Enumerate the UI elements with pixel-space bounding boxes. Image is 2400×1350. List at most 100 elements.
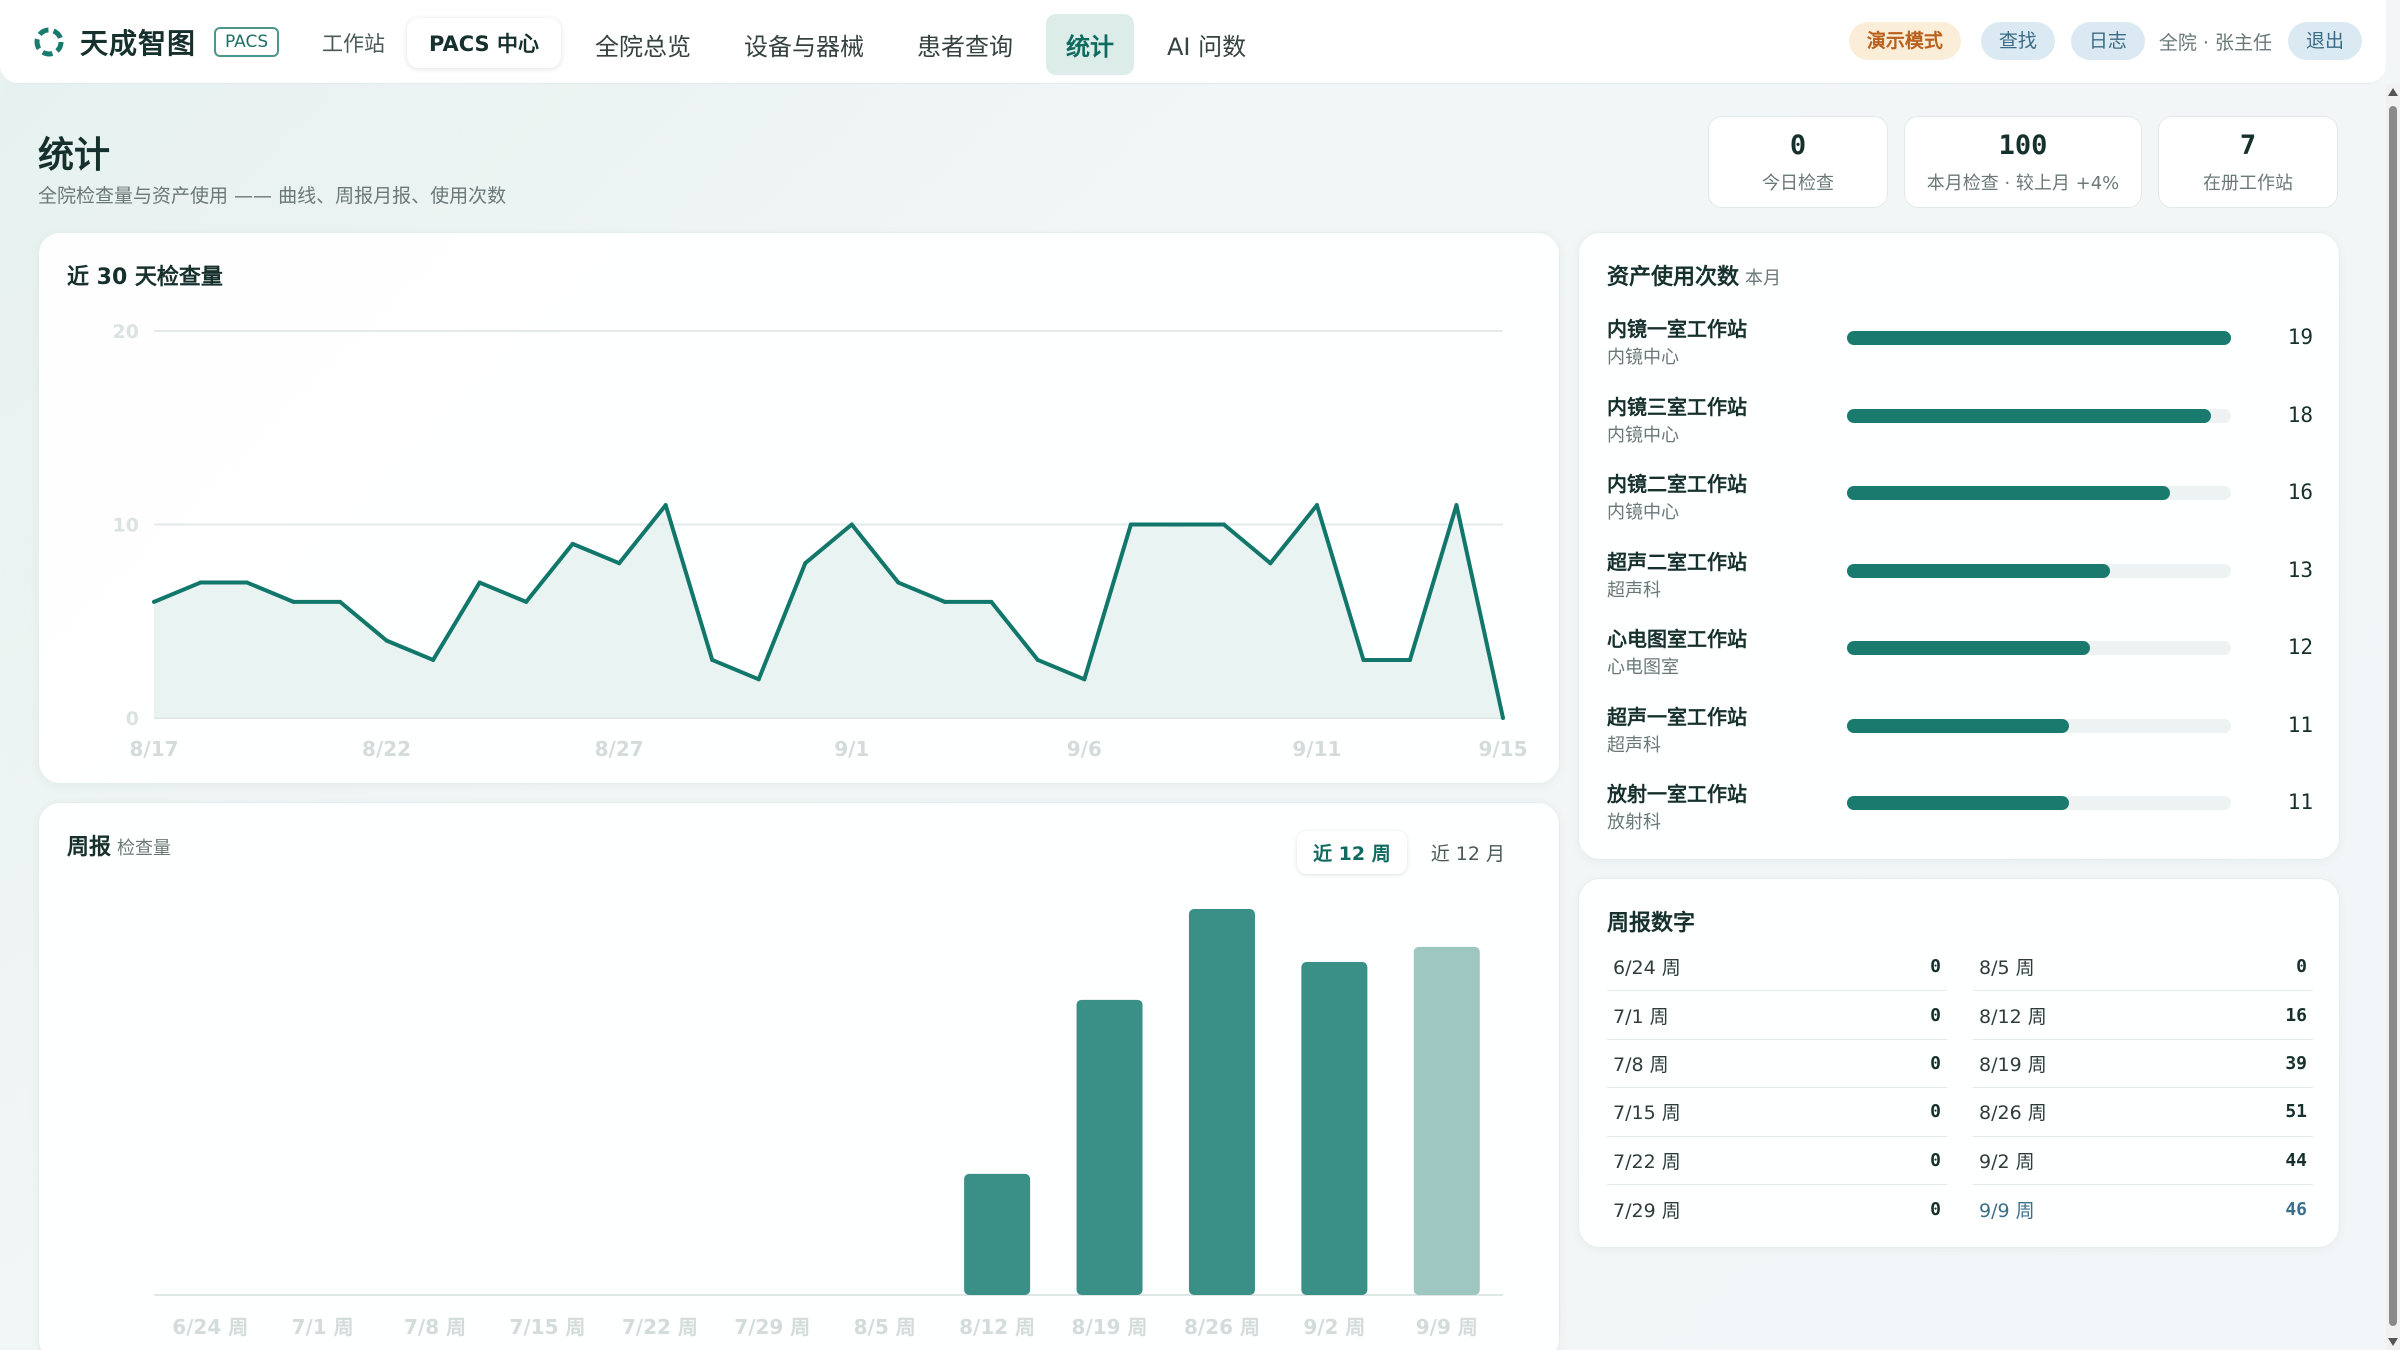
data-point <box>942 599 947 604</box>
week-label: 8/26 周 <box>1979 1102 2047 1125</box>
tab-workstation[interactable]: 工作站 <box>300 18 407 68</box>
bar[interactable] <box>964 1173 1031 1295</box>
usage-bar-fill <box>1847 486 2171 500</box>
scroll-thumb[interactable] <box>2389 106 2397 1326</box>
logo-icon <box>34 27 64 57</box>
kpi-label: 今日检查 <box>1762 172 1834 194</box>
usage-bar-track <box>1847 486 2231 500</box>
scroll-up-icon[interactable] <box>2388 88 2398 96</box>
weekly-row: 7/29 周 0 <box>1607 1185 1947 1233</box>
tab-pacs-center[interactable]: PACS 中心 <box>407 18 561 68</box>
asset-count: 12 <box>2287 635 2313 659</box>
data-point <box>1407 657 1412 662</box>
kpi-label: 在册工作站 <box>2203 172 2293 194</box>
usage-bar-track <box>1847 718 2231 733</box>
x-tick-label: 8/12 周 <box>959 1315 1035 1339</box>
asset-count: 13 <box>2287 557 2313 582</box>
asset-dept: 超声科 <box>1607 579 1661 601</box>
asset-title: 资产使用次数 <box>1607 265 1740 290</box>
bar[interactable] <box>1188 909 1255 1295</box>
data-point <box>338 599 343 604</box>
asset-dept: 内镜中心 <box>1607 347 1679 368</box>
asset-row[interactable]: 放射一室工作站 放射科 11 <box>1607 776 2313 854</box>
asset-row[interactable]: 心电图室工作站 心电图室 12 <box>1607 621 2313 699</box>
week-value: 44 <box>2285 1149 2307 1171</box>
brand-name: 天成智图 <box>80 27 197 60</box>
kpi-row: 0 今日检查 100 本月检查 · 较上月 +4% 7 在册工作站 <box>1708 116 2338 208</box>
current-user: 全院 · 张主任 <box>2158 31 2272 54</box>
data-point <box>1501 716 1505 720</box>
asset-row[interactable]: 内镜二室工作站 内镜中心 16 <box>1607 466 2313 544</box>
demo-mode-badge[interactable]: 演示模式 <box>1848 22 1961 60</box>
asset-dept: 内镜中心 <box>1607 424 1679 446</box>
weekly-numbers-table: 6/24 周 0 7/1 周 0 7/8 周 0 7/15 周 0 7/22 周 0 7/29 周 0… <box>1607 943 2339 1233</box>
usage-bar-fill <box>1847 563 2110 578</box>
asset-count: 11 <box>2287 790 2313 814</box>
week-value: 0 <box>1930 1052 1941 1074</box>
nav-ai-query[interactable]: AI 问数 <box>1147 14 1266 75</box>
asset-count: 11 <box>2287 712 2313 737</box>
weekly-row: 7/22 周 0 <box>1607 1137 1947 1185</box>
data-point <box>570 541 575 546</box>
data-point <box>1221 522 1226 527</box>
weekly-row: 6/24 周 0 <box>1607 943 1947 992</box>
weekly-row: 7/8 周 0 <box>1607 1040 1947 1089</box>
logout-button[interactable]: 退出 <box>2287 22 2362 60</box>
data-point <box>849 522 854 527</box>
scroll-down-icon[interactable] <box>2388 1338 2398 1346</box>
brand[interactable]: 天成智图 PACS <box>32 22 280 62</box>
x-tick-label: 7/22 周 <box>622 1315 698 1339</box>
x-tick-label: 9/2 周 <box>1303 1315 1365 1339</box>
kpi-value: 100 <box>1998 129 2048 161</box>
log-button[interactable]: 日志 <box>2070 22 2145 60</box>
y-tick-label: 20 <box>113 321 139 343</box>
asset-count: 18 <box>2287 402 2313 427</box>
asset-name: 内镜二室工作站 <box>1607 472 1747 496</box>
x-tick-label: 7/29 周 <box>734 1315 810 1339</box>
x-tick-label: 7/15 周 <box>509 1315 585 1339</box>
line-area <box>154 505 1503 718</box>
usage-bar-fill <box>1847 796 2070 810</box>
week-label: 9/9 周 <box>1979 1199 2035 1222</box>
kpi-value: 7 <box>2239 129 2257 161</box>
asset-count: 19 <box>2287 325 2313 349</box>
data-point <box>1361 657 1366 662</box>
weekly-row: 7/1 周 0 <box>1607 991 1947 1040</box>
week-label: 8/12 周 <box>1979 1005 2047 1028</box>
weekly-row: 8/19 周 39 <box>1973 1040 2313 1089</box>
bar[interactable] <box>1076 999 1143 1295</box>
data-point <box>617 561 622 566</box>
weekly-row: 9/2 周 44 <box>1973 1137 2313 1185</box>
usage-bar-track <box>1847 408 2231 423</box>
asset-row[interactable]: 内镜三室工作站 内镜中心 18 <box>1607 389 2313 467</box>
week-label: 6/24 周 <box>1613 957 1681 980</box>
page-scrollbar[interactable] <box>2386 84 2400 1350</box>
data-point <box>663 503 668 508</box>
asset-row[interactable]: 内镜一室工作站 内镜中心 19 <box>1607 311 2313 389</box>
x-tick-label: 7/1 周 <box>292 1315 354 1339</box>
usage-bar-track <box>1847 563 2231 578</box>
data-point <box>384 638 389 643</box>
nav-patient-search[interactable]: 患者查询 <box>897 14 1033 75</box>
bar[interactable] <box>1301 961 1368 1295</box>
weekly-row: 8/26 周 51 <box>1973 1088 2313 1137</box>
asset-row[interactable]: 超声一室工作站 超声科 11 <box>1607 699 2313 777</box>
asset-name: 心电图室工作站 <box>1607 627 1747 651</box>
week-label: 9/2 周 <box>1979 1150 2035 1173</box>
week-value: 0 <box>2296 956 2307 978</box>
nav-statistics[interactable]: 统计 <box>1046 14 1134 75</box>
data-point <box>198 580 203 585</box>
nav-overview[interactable]: 全院总览 <box>575 14 711 75</box>
data-point <box>1454 503 1459 508</box>
week-label: 7/1 周 <box>1613 1005 1669 1028</box>
data-point <box>756 677 761 682</box>
nav-devices[interactable]: 设备与器械 <box>724 14 884 75</box>
asset-row[interactable]: 超声二室工作站 超声科 13 <box>1607 544 2313 622</box>
x-tick-label: 9/1 <box>834 737 869 761</box>
x-tick-label: 9/11 <box>1292 737 1341 761</box>
data-point <box>1035 657 1040 662</box>
bar[interactable] <box>1413 946 1480 1295</box>
usage-bar-fill <box>1847 408 2211 423</box>
search-button[interactable]: 查找 <box>1980 22 2055 60</box>
weekly-column-left: 6/24 周 0 7/1 周 0 7/8 周 0 7/15 周 0 7/22 周 0 7/29 周 0 <box>1607 943 1947 1233</box>
